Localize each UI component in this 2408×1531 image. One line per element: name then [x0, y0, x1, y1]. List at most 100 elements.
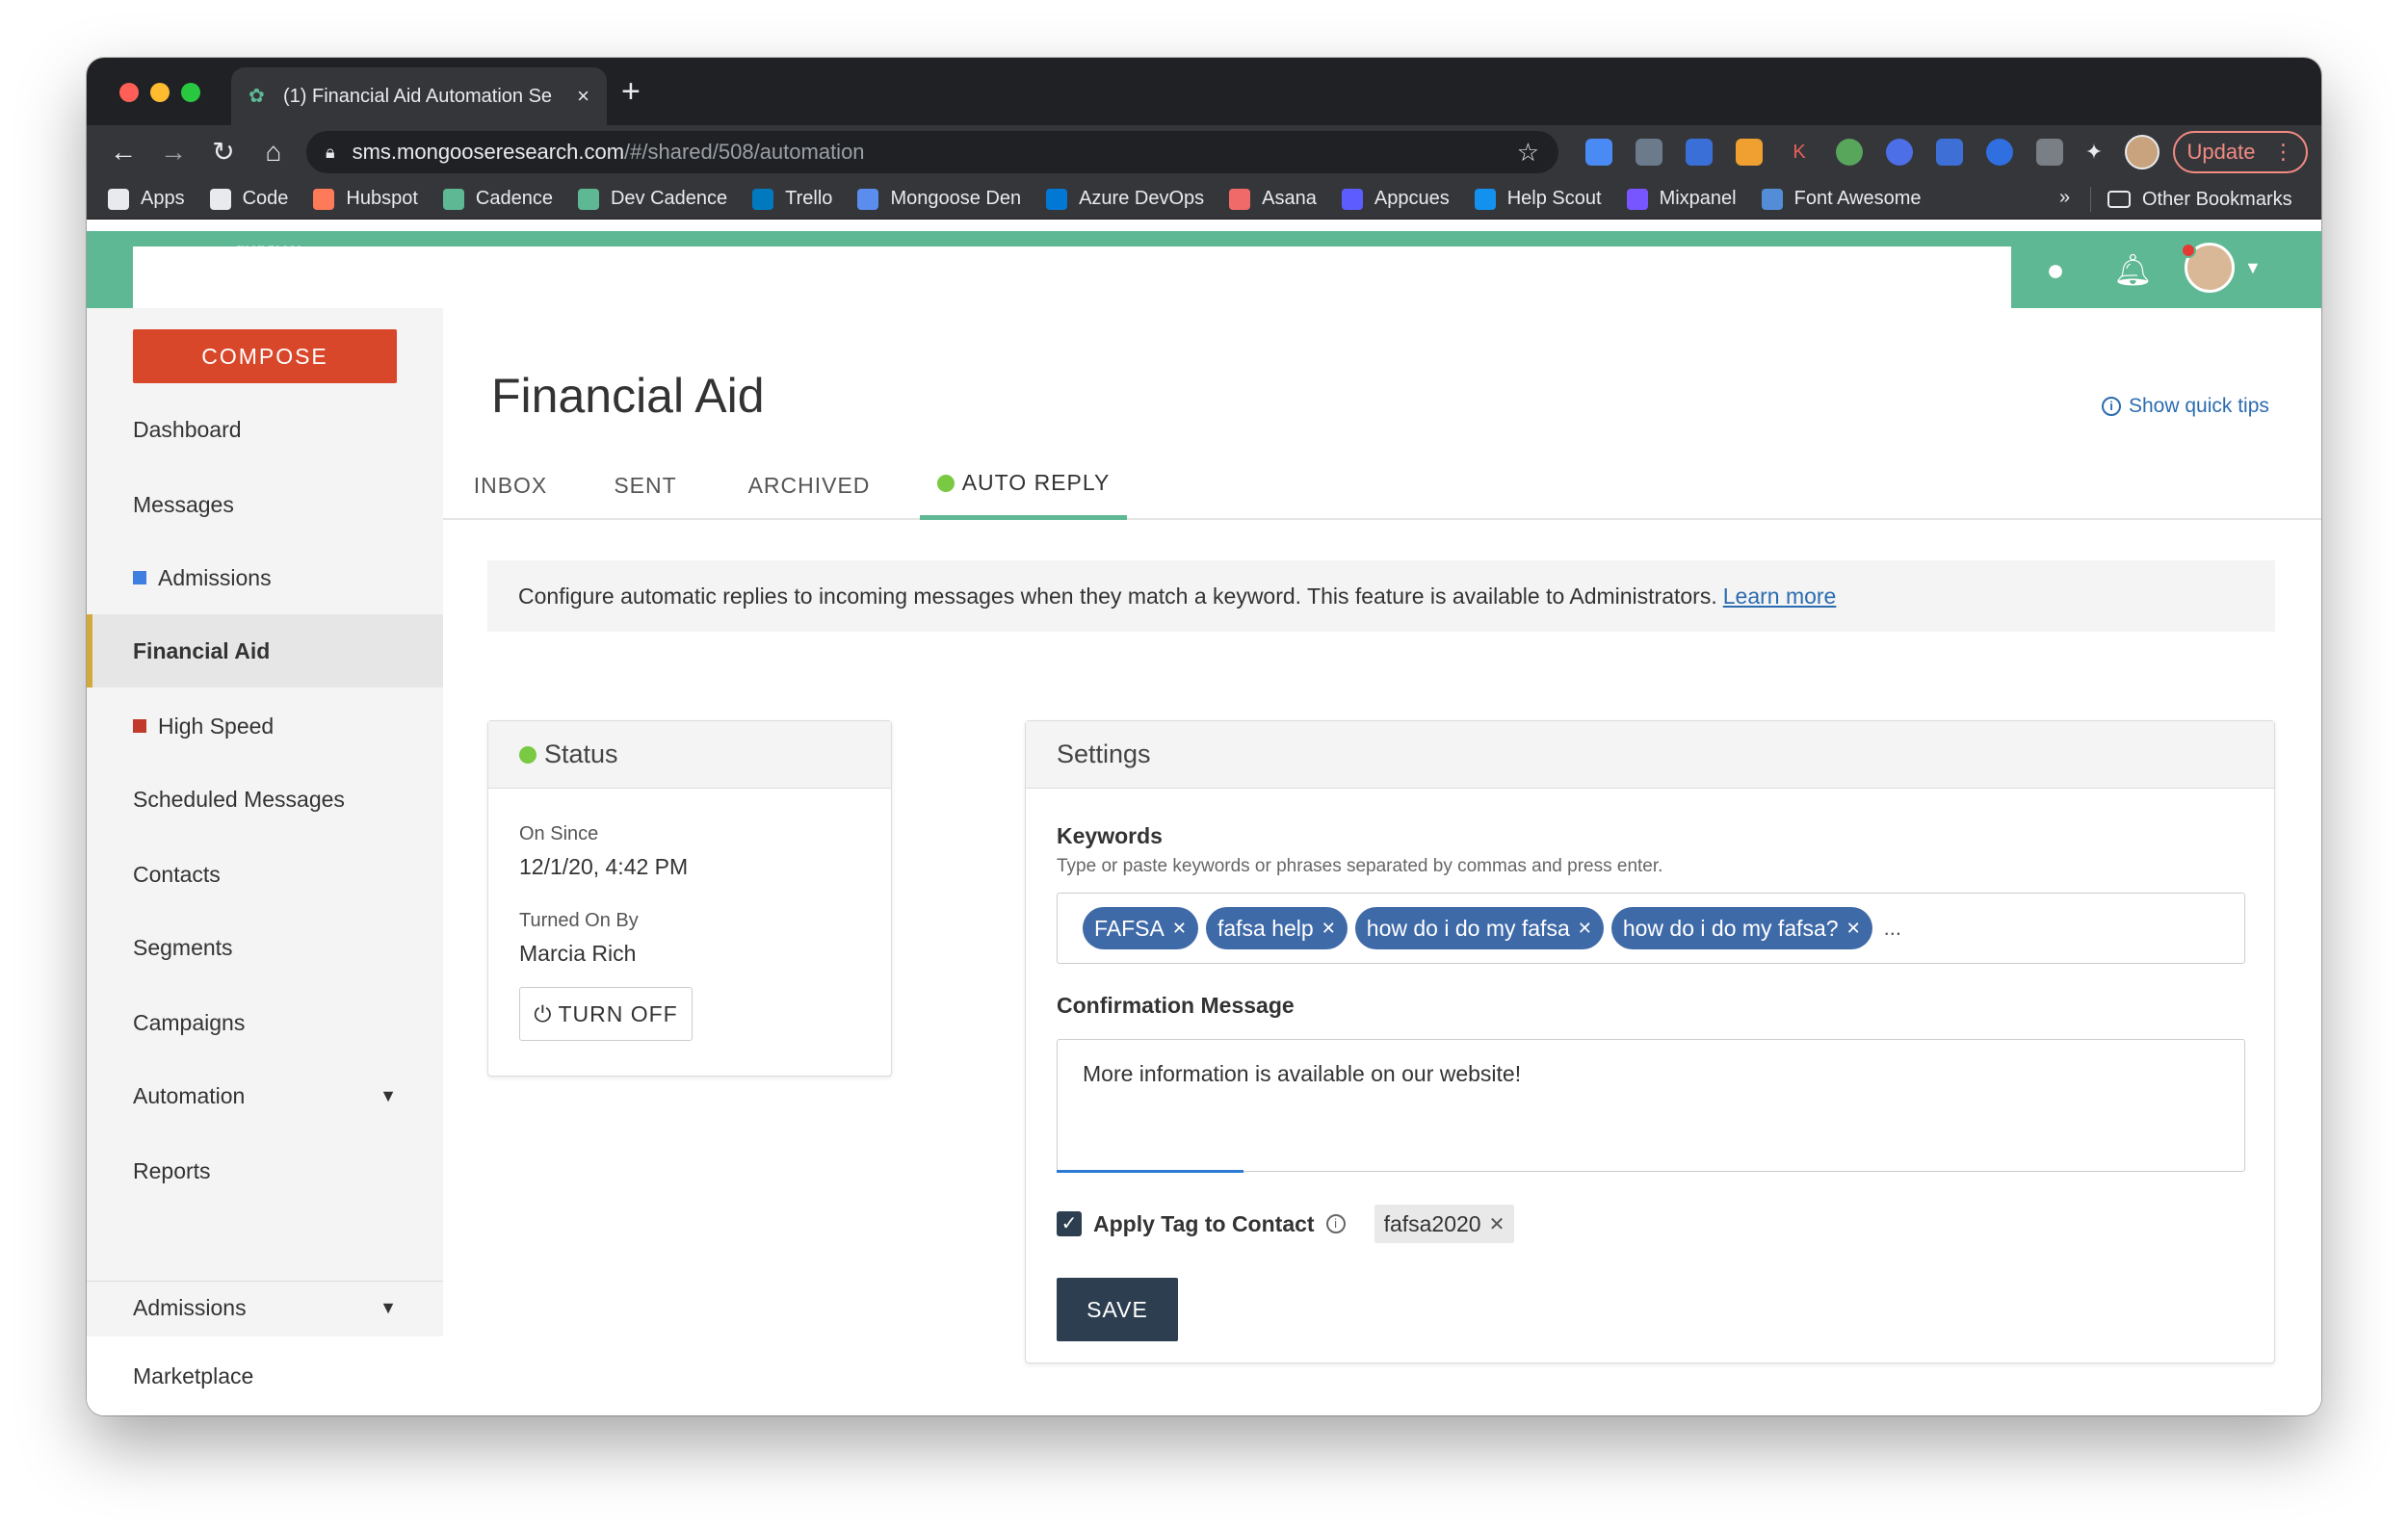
compose-button[interactable]: COMPOSE: [133, 329, 397, 383]
bookmark-mixpanel[interactable]: Mixpanel: [1626, 188, 1737, 210]
sidebar-item-label: Admissions: [158, 564, 272, 590]
maximize-window-button[interactable]: [181, 83, 200, 102]
remove-chip-icon[interactable]: ✕: [1322, 919, 1336, 939]
help-icon[interactable]: ●: [2036, 250, 2075, 289]
sidebar-item-label: Dashboard: [133, 416, 242, 442]
bookmark-azure-devops[interactable]: Azure DevOps: [1046, 188, 1204, 210]
bookmark-appcues[interactable]: Appcues: [1341, 188, 1450, 210]
bookmark-label: Trello: [785, 188, 833, 209]
sidebar-item-segments[interactable]: Segments: [87, 911, 443, 984]
extension-icon[interactable]: [1836, 139, 1863, 166]
sidebar-item-marketplace[interactable]: Marketplace: [87, 1336, 443, 1415]
puzzle-icon[interactable]: ✦: [2081, 139, 2107, 166]
tab-close-icon[interactable]: ×: [577, 84, 589, 109]
learn-more-link[interactable]: Learn more: [1723, 584, 1837, 610]
extension-icon[interactable]: [1936, 139, 1963, 166]
extension-icon[interactable]: [1686, 139, 1713, 166]
browser-tab[interactable]: ✿ (1) Financial Aid Automation Se ×: [231, 67, 607, 125]
chevron-down-icon: ▼: [380, 1085, 397, 1105]
show-quick-tips-link[interactable]: i Show quick tips: [2102, 395, 2269, 418]
forward-arrow-icon[interactable]: →: [154, 133, 193, 171]
paw-icon: [857, 188, 879, 210]
bookmark-mongoose-den[interactable]: Mongoose Den: [857, 188, 1021, 210]
paw-icon: [442, 188, 464, 210]
bookmark-label: Mixpanel: [1659, 188, 1737, 209]
browser-window: ✿ (1) Financial Aid Automation Se × + ← …: [87, 58, 2321, 1415]
apply-tag-checkbox[interactable]: ✓: [1057, 1211, 1082, 1236]
bookmarks-bar: Apps Code Hubspot Cadence Dev Cadence Trello M…: [87, 179, 2321, 220]
bookmark-label: Dev Cadence: [610, 188, 728, 209]
address-bar[interactable]: 🔒︎ sms.mongooseresearch.com/#/shared/508…: [306, 131, 1558, 173]
extension-icon[interactable]: [1636, 139, 1662, 166]
bookmark-trello[interactable]: Trello: [752, 188, 832, 210]
sidebar-item-automation[interactable]: Automation ▼: [87, 1059, 443, 1132]
sidebar-item-dashboard[interactable]: Dashboard: [87, 393, 443, 466]
sidebar-item-reports[interactable]: Reports: [87, 1134, 443, 1207]
remove-tag-icon[interactable]: ✕: [1489, 1212, 1505, 1236]
sidebar-item-admissions[interactable]: Admissions: [87, 541, 443, 614]
bookmark-font-awesome[interactable]: Font Awesome: [1761, 188, 1922, 210]
back-arrow-icon[interactable]: ←: [104, 133, 143, 171]
keywords-input[interactable]: FAFSA ✕ fafsa help ✕ how do i do my fafs…: [1057, 893, 2245, 964]
tab-auto-reply[interactable]: AUTO REPLY: [920, 451, 1127, 520]
remove-chip-icon[interactable]: ✕: [1846, 919, 1861, 939]
home-icon[interactable]: ⌂: [254, 133, 293, 171]
browser-profile-avatar[interactable]: [2125, 135, 2159, 169]
extension-icon[interactable]: [1886, 139, 1913, 166]
save-button[interactable]: SAVE: [1057, 1278, 1178, 1341]
zoom-extension-icon[interactable]: [1585, 139, 1612, 166]
discount-extension-icon[interactable]: [1736, 139, 1763, 166]
tab-inbox[interactable]: INBOX: [462, 451, 559, 520]
chevron-down-icon[interactable]: ▼: [2244, 258, 2262, 278]
keywords-overflow: ...: [1883, 916, 1902, 940]
sidebar-item-label: High Speed: [158, 713, 275, 739]
textarea-focus-bar: [1057, 1170, 1243, 1173]
tag-chip: fafsa2020 ✕: [1374, 1205, 1515, 1243]
sidebar-item-contacts[interactable]: Contacts: [87, 838, 443, 911]
color-square-icon: [133, 719, 146, 733]
collapse-menu-icon[interactable]: ‹☰: [376, 252, 416, 291]
close-window-button[interactable]: [119, 83, 139, 102]
folder-icon: [209, 188, 231, 210]
ublock-icon[interactable]: [2036, 139, 2063, 166]
sidebar-item-high-speed[interactable]: High Speed: [87, 689, 443, 763]
bookmark-help-scout[interactable]: Help Scout: [1474, 188, 1602, 210]
reload-icon[interactable]: ↻: [204, 133, 243, 171]
sidebar-item-scheduled-messages[interactable]: Scheduled Messages: [87, 763, 443, 836]
bookmark-cadence[interactable]: Cadence: [442, 188, 553, 210]
workspace-label: Admissions: [133, 1294, 247, 1320]
sidebar-item-financial-aid[interactable]: Financial Aid: [87, 614, 443, 688]
info-icon[interactable]: i: [1325, 1214, 1346, 1233]
bookmark-star-icon[interactable]: ☆: [1517, 138, 1539, 168]
keyword-chip-label: FAFSA: [1094, 915, 1165, 941]
tab-archived[interactable]: ARCHIVED: [732, 451, 886, 520]
remove-chip-icon[interactable]: ✕: [1578, 919, 1592, 939]
new-tab-button[interactable]: +: [621, 75, 641, 108]
keyword-chip-label: how do i do my fafsa?: [1622, 915, 1839, 941]
remove-chip-icon[interactable]: ✕: [1172, 919, 1187, 939]
inbox-tabs: INBOX SENT ARCHIVED AUTO REPLY: [443, 451, 2321, 520]
bookmarks-overflow-icon[interactable]: »: [2059, 187, 2070, 209]
bookmark-code[interactable]: Code: [209, 188, 288, 210]
k-extension-icon[interactable]: K: [1786, 139, 1813, 166]
tab-sent[interactable]: SENT: [597, 451, 694, 520]
bell-icon[interactable]: 🔔︎: [2113, 250, 2153, 289]
extension-icon[interactable]: [1986, 139, 2013, 166]
bookmark-asana[interactable]: Asana: [1229, 188, 1317, 210]
turn-off-button[interactable]: ⏻ TURN OFF: [519, 987, 693, 1041]
sidebar-item-campaigns[interactable]: Campaigns: [87, 986, 443, 1059]
browser-tab-title: (1) Financial Aid Automation Se: [283, 85, 553, 107]
sidebar-item-messages[interactable]: Messages: [87, 468, 443, 541]
browser-update-button[interactable]: Update ⋮: [2173, 131, 2308, 173]
sidebar-workspace-selector[interactable]: Admissions ▼: [87, 1281, 443, 1335]
bookmark-dev-cadence[interactable]: Dev Cadence: [577, 188, 728, 210]
apply-tag-label: Apply Tag to Contact: [1093, 1210, 1315, 1236]
bookmark-apps[interactable]: Apps: [108, 188, 185, 210]
keywords-help: Type or paste keywords or phrases separa…: [1057, 856, 1663, 876]
minimize-window-button[interactable]: [150, 83, 170, 102]
paw-icon: [577, 188, 599, 210]
other-bookmarks[interactable]: Other Bookmarks: [2107, 179, 2292, 220]
trello-icon: [752, 188, 774, 210]
confirmation-message-textarea[interactable]: More information is available on our web…: [1057, 1039, 2245, 1172]
bookmark-hubspot[interactable]: Hubspot: [313, 188, 418, 210]
